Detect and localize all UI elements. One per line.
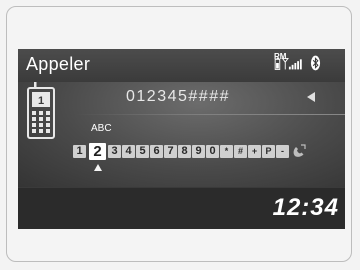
key-star[interactable]: *	[220, 144, 233, 158]
dialed-number: 012345####	[126, 88, 230, 105]
key-8[interactable]: 8	[178, 144, 191, 158]
call-handset-icon[interactable]	[292, 144, 306, 158]
signal-strength-icon	[281, 57, 302, 70]
key-pause[interactable]: P	[262, 144, 275, 158]
title-bar: Appeler RM	[18, 49, 345, 82]
mobile-phone-icon: 1	[27, 82, 55, 139]
dial-keypad-row: 1 2 3 4 5 6 7 8 9 0 * # + P -	[73, 142, 306, 160]
key-2-selected[interactable]: 2	[89, 142, 106, 160]
screen-title: Appeler	[26, 54, 91, 74]
audio-display-screen: Appeler RM 012345#### 1 ABC 1 2 3 4 5 6 …	[18, 49, 345, 229]
number-underline	[74, 114, 345, 115]
dial-area: 012345#### 1 ABC 1 2 3 4 5 6 7 8 9 0 * #…	[18, 82, 345, 187]
bluetooth-icon	[310, 55, 321, 71]
key-dash[interactable]: -	[276, 144, 289, 158]
bottom-bar: 12:34	[18, 187, 345, 229]
key-7[interactable]: 7	[164, 144, 177, 158]
status-icons	[274, 55, 321, 71]
key-5[interactable]: 5	[136, 144, 149, 158]
key-9[interactable]: 9	[192, 144, 205, 158]
key-4[interactable]: 4	[122, 144, 135, 158]
key-letters-label: ABC	[91, 123, 112, 134]
svg-text:1: 1	[38, 95, 44, 107]
key-1[interactable]: 1	[73, 144, 86, 158]
key-6[interactable]: 6	[150, 144, 163, 158]
backspace-icon[interactable]	[307, 92, 315, 102]
key-3[interactable]: 3	[108, 144, 121, 158]
key-0[interactable]: 0	[206, 144, 219, 158]
key-plus[interactable]: +	[248, 144, 261, 158]
key-hash[interactable]: #	[234, 144, 247, 158]
clock-display: 12:34	[272, 194, 339, 221]
phone-battery-icon	[274, 57, 281, 70]
key-cursor-icon	[94, 164, 102, 171]
